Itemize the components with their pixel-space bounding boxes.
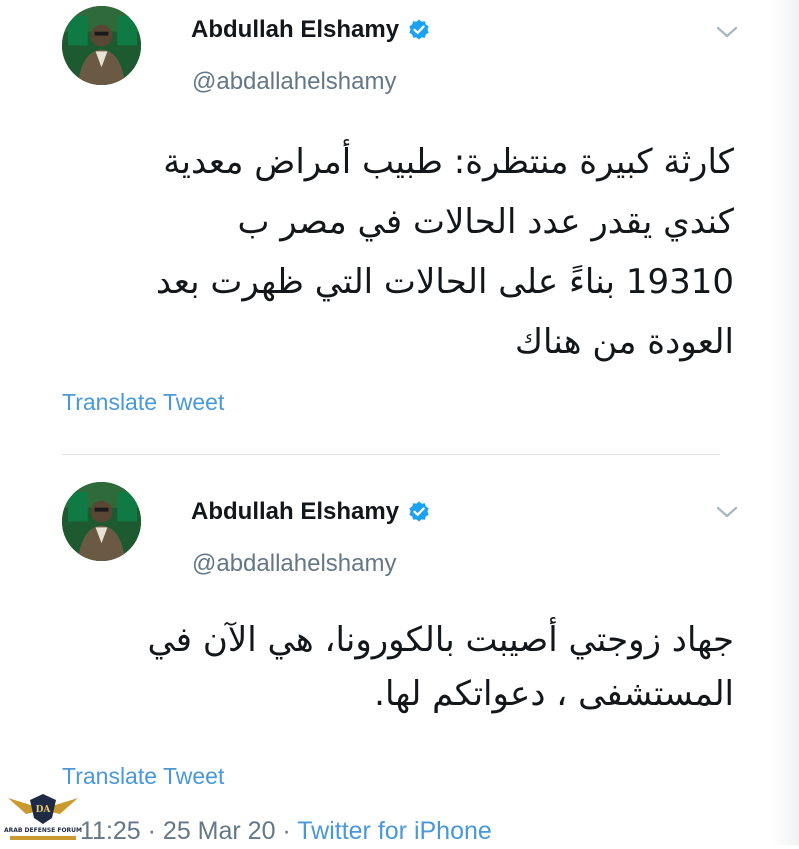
tweet-card[interactable]: Abdullah Elshamy @abdallahelshamy جهاد ز… (0, 460, 760, 845)
author-name[interactable]: Abdullah Elshamy (191, 498, 431, 526)
avatar-photo-icon (62, 6, 141, 85)
forum-watermark-logo: DA ARAB DEFENSE FORUM (4, 780, 82, 844)
author-name[interactable]: Abdullah Elshamy (191, 16, 431, 44)
tweet-card[interactable]: Abdullah Elshamy @abdallahelshamy كارثة … (0, 0, 760, 440)
author-handle[interactable]: @abdallahelshamy (192, 68, 396, 96)
translate-tweet-link[interactable]: Translate Tweet (62, 763, 224, 790)
verified-badge-icon (409, 19, 429, 40)
chevron-down-icon[interactable] (714, 22, 740, 42)
avatar[interactable] (62, 6, 141, 85)
tweet-timestamp[interactable]: 11:25 · 25 Mar 20 · (80, 817, 291, 845)
svg-text:DA: DA (36, 805, 52, 815)
svg-text:ARAB DEFENSE FORUM: ARAB DEFENSE FORUM (4, 827, 82, 834)
tweet-divider (62, 454, 720, 455)
chevron-down-icon[interactable] (714, 502, 740, 522)
verified-badge-icon (409, 501, 429, 522)
eagle-emblem-icon: DA ARAB DEFENSE FORUM (4, 794, 82, 840)
translate-tweet-link[interactable]: Translate Tweet (62, 389, 224, 416)
adjacent-content-edge (771, 0, 799, 845)
avatar-photo-icon (62, 482, 141, 561)
author-name-text[interactable]: Abdullah Elshamy (191, 16, 399, 44)
author-name-text[interactable]: Abdullah Elshamy (191, 498, 399, 526)
tweet-source-link[interactable]: Twitter for iPhone (297, 817, 492, 845)
tweet-text: جهاد زوجتي أصيبت بالكورونا، هي الآن في ا… (147, 620, 734, 714)
tweet-metadata: 11:25 · 25 Mar 20 · Twitter for iPhone (80, 817, 492, 846)
tweet-text: كارثة كبيرة منتظرة: طبيب أمراض معدية كند… (155, 142, 734, 362)
avatar[interactable] (62, 482, 141, 561)
author-handle[interactable]: @abdallahelshamy (192, 550, 396, 578)
